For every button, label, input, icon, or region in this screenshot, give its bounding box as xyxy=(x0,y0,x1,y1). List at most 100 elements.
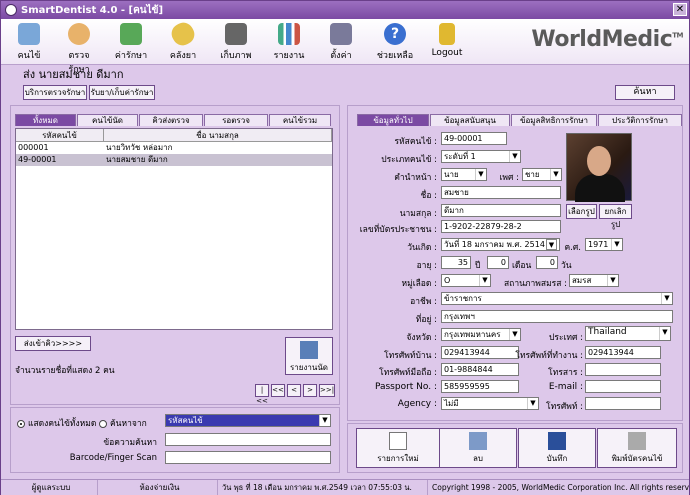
toolbar-report[interactable]: รายงาน xyxy=(269,21,309,63)
cancel-photo-button[interactable]: ยกเลิกรูป xyxy=(599,204,632,229)
tab-rights[interactable]: ข้อมูลสิทธิการรักษา xyxy=(511,114,597,126)
email-label: E-mail : xyxy=(548,382,583,392)
tab-queue[interactable]: คิวส่งตรวจ xyxy=(139,114,203,126)
send-queue-button[interactable]: ส่งเข้าคิว>>>> xyxy=(15,336,91,351)
status-copyright: Copyright 1998 - 2005, WorldMedic Corpor… xyxy=(427,480,689,495)
tab-all[interactable]: ทั้งหมด xyxy=(15,114,76,126)
country-select[interactable]: Thailand ▼ xyxy=(585,326,671,341)
choose-photo-button[interactable]: เลือกรูป xyxy=(566,204,597,219)
search-button[interactable]: ค้นหา xyxy=(615,85,675,100)
tab-waiting[interactable]: รอตรวจ xyxy=(204,114,268,126)
save-button[interactable]: บันทึก xyxy=(518,428,596,468)
nav-first[interactable]: |<< xyxy=(255,384,269,405)
chevron-down-icon: ▼ xyxy=(475,169,486,180)
right-tabs: ข้อมูลทั่วไป ข้อมูลสนับสนุน ข้อมูลสิทธิก… xyxy=(357,114,683,126)
work-tel-input[interactable]: 029413944 xyxy=(585,346,661,359)
service-button[interactable]: บริการตรวจรักษา xyxy=(23,85,87,100)
tab-appointment[interactable]: คนไข้นัด xyxy=(77,114,138,126)
search-field-select[interactable]: รหัสคนไข้ ▼ xyxy=(165,414,331,427)
chevron-down-icon: ▼ xyxy=(661,293,672,304)
mobile-label: โทรศัพท์มือถือ : xyxy=(379,368,437,378)
toolbar-fee[interactable]: ค่ารักษา xyxy=(111,21,151,63)
tab-support[interactable]: ข้อมูลสนับสนุน xyxy=(430,114,510,126)
job-select[interactable]: ข้าราชการ ▼ xyxy=(441,292,673,305)
chevron-down-icon: ▼ xyxy=(479,275,490,286)
age-month-input[interactable]: 0 xyxy=(487,256,509,269)
appointment-report-button[interactable]: รายงานนัด xyxy=(285,337,333,375)
passport-label: Passport No. : xyxy=(374,382,437,392)
province-label: จังหวัด : xyxy=(406,333,437,343)
chevron-down-icon: ▼ xyxy=(550,169,561,180)
job-label: อาชีพ : xyxy=(410,297,437,307)
cell-id: 49-00001 xyxy=(18,155,57,164)
year-unit: ปี xyxy=(475,261,481,271)
patient-id-label: รหัสคนไข้ : xyxy=(394,137,437,147)
idcard-input[interactable]: 1-9202-22879-28-2 xyxy=(441,220,561,233)
receive-button[interactable]: รับยา/เก็บค่ารักษา xyxy=(89,85,155,100)
search-from-radio[interactable]: ค้นหาจาก xyxy=(99,416,147,430)
chevron-down-icon[interactable]: ▼ xyxy=(546,239,557,250)
nav-prev-page[interactable]: << xyxy=(271,384,285,397)
toolbar-help[interactable]: ? ช่วยเหลือ xyxy=(371,21,419,63)
agency-tel-label: โทรศัพท์ : xyxy=(546,402,583,412)
barcode-input[interactable] xyxy=(165,451,331,464)
calendar-icon xyxy=(300,341,318,359)
toolbar-treatment[interactable]: ตรวจรักษา xyxy=(59,21,99,75)
print-card-button[interactable]: พิมพ์บัตรคนไข้ xyxy=(597,428,677,468)
show-all-radio[interactable]: แสดงคนไข้ทั้งหมด xyxy=(17,416,96,430)
toolbar-patient[interactable]: คนไข้ xyxy=(9,21,49,63)
patient-id-input[interactable]: 49-00001 xyxy=(441,132,507,145)
mobile-input[interactable]: 01-9884844 xyxy=(441,363,519,376)
birth-input[interactable]: วันที่ 18 มกราคม พ.ศ. 2514 xyxy=(441,238,560,251)
surname-input[interactable]: ดีมาก xyxy=(441,204,561,217)
patient-type-select[interactable]: ระดับที่ 1 ▼ xyxy=(441,150,521,163)
tab-all-patients[interactable]: คนไข้รวม xyxy=(269,114,331,126)
address-label: ที่อยู่ : xyxy=(415,315,437,325)
worldmedic-logo: WorldMedicTM xyxy=(531,27,683,52)
toolbar-drugstore[interactable]: คลังยา xyxy=(163,18,203,63)
nav-next[interactable]: > xyxy=(303,384,317,397)
toolbar-settings[interactable]: ตั้งค่า xyxy=(321,21,361,63)
header-name: ชื่อ นามสกุล xyxy=(104,129,332,141)
status-user: ผู้ดูแลระบบ xyxy=(31,483,71,492)
patient-grid: รหัสคนไข้ ชื่อ นามสกุล 000001 นายวิทวัช … xyxy=(15,128,333,330)
delete-button[interactable]: ลบ xyxy=(439,428,517,468)
left-tabs: ทั้งหมด คนไข้นัด คิวส่งตรวจ รอตรวจ คนไข้… xyxy=(15,114,332,126)
agency-select[interactable]: ไม่มี ▼ xyxy=(441,397,539,410)
toolbar-logout[interactable]: Logout xyxy=(425,21,469,63)
ce-select[interactable]: 1971 ▼ xyxy=(585,238,623,251)
agency-tel-input[interactable] xyxy=(585,397,661,410)
new-record-button[interactable]: รายการใหม่ xyxy=(356,428,440,468)
email-input[interactable] xyxy=(585,380,661,393)
sex-select[interactable]: ชาย ▼ xyxy=(522,168,562,181)
keyword-input[interactable] xyxy=(165,433,331,446)
province-select[interactable]: กรุงเทพมหานคร ▼ xyxy=(441,328,521,341)
tab-history[interactable]: ประวัติการรักษา xyxy=(598,114,682,126)
first-name-input[interactable]: สมชาย xyxy=(441,186,561,199)
close-button[interactable]: ✕ xyxy=(673,3,687,16)
blood-select[interactable]: O ▼ xyxy=(441,274,491,287)
nav-prev[interactable]: < xyxy=(287,384,301,397)
home-tel-input[interactable]: 029413944 xyxy=(441,346,519,359)
patient-photo xyxy=(566,133,632,202)
status-room: ห้องจ่ายเงิน xyxy=(97,480,217,495)
table-row[interactable]: 000001 นายวิทวัช หล่อมาก xyxy=(16,142,332,154)
age-day-input[interactable]: 0 xyxy=(536,256,558,269)
age-year-input[interactable]: 35 xyxy=(441,256,471,269)
table-row[interactable]: 49-00001 นายสมชาย ดีมาก xyxy=(16,154,332,166)
fax-input[interactable] xyxy=(585,363,661,376)
title-bar: SmartDentist 4.0 - [คนไข้] ✕ xyxy=(1,1,689,19)
passport-input[interactable]: 585959595 xyxy=(441,380,519,393)
surname-label: นามสกุล : xyxy=(399,209,437,219)
tab-general[interactable]: ข้อมูลทั่วไป xyxy=(357,114,429,126)
month-unit: เดือน xyxy=(512,261,532,271)
printer-icon xyxy=(628,432,646,450)
prefix-select[interactable]: นาย ▼ xyxy=(441,168,487,181)
header-patient-id: รหัสคนไข้ xyxy=(16,129,104,141)
toolbar-photo[interactable]: เก็บภาพ xyxy=(216,21,256,63)
address-input[interactable]: กรุงเทพฯ xyxy=(441,310,673,323)
trash-icon xyxy=(469,432,487,450)
nav-last[interactable]: >>| xyxy=(319,384,335,397)
idcard-label: เลขที่บัตรประชาชน : xyxy=(359,225,437,235)
marital-select[interactable]: สมรส ▼ xyxy=(569,274,619,287)
